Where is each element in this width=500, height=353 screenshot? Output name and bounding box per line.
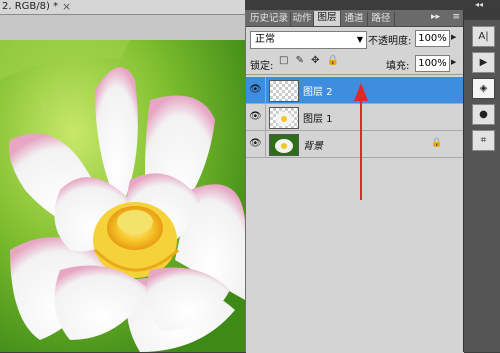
blend-mode-select[interactable]: 正常 ▼: [250, 31, 367, 49]
document-window: 2. RGB/8) * ×: [0, 0, 245, 352]
opacity-slider-icon[interactable]: ▶: [451, 33, 456, 41]
layers-list: 👁 图层 2 👁 图层 1 👁 背景 🔒: [246, 74, 464, 353]
layer-thumbnail: [269, 107, 299, 129]
mask-icon[interactable]: ●: [472, 104, 495, 125]
chevron-down-icon: ▼: [356, 35, 363, 44]
collapse-icon[interactable]: ▸▸: [431, 12, 440, 22]
eye-icon: 👁: [249, 84, 262, 95]
layer-name: 图层 2: [303, 87, 333, 98]
blend-mode-value: 正常: [255, 34, 275, 45]
close-icon[interactable]: ×: [62, 0, 71, 13]
opacity-field[interactable]: 100%: [415, 30, 450, 47]
tab-actions[interactable]: 动作: [291, 12, 314, 26]
fill-field[interactable]: 100%: [415, 55, 450, 72]
visibility-toggle[interactable]: 👁: [246, 131, 266, 157]
layer-thumbnail: [269, 80, 299, 102]
panel-menu-icon[interactable]: ≡: [452, 12, 460, 22]
eye-icon: 👁: [249, 111, 262, 122]
text-icon[interactable]: A|: [472, 26, 495, 47]
crop-icon[interactable]: ⌗: [472, 130, 495, 151]
fill-label: 填充:: [386, 61, 410, 72]
layers-panel: 历史记录 动作 图层 通道 路径 ▸▸ ≡ 正常 ▼ 不透明度: 100% ▶ …: [245, 10, 464, 353]
dock-collapse-icon[interactable]: ◂◂: [475, 0, 483, 9]
strip-header: [464, 10, 500, 20]
layer-name: 背景: [303, 141, 323, 152]
layer-thumbnail: [269, 134, 299, 156]
lock-label: 锁定:: [250, 61, 274, 72]
layers-icon[interactable]: ◈: [472, 78, 495, 99]
play-icon[interactable]: ▶: [472, 52, 495, 73]
lotus-image: [0, 40, 245, 352]
document-tab[interactable]: 2. RGB/8) * ×: [0, 0, 245, 15]
visibility-toggle[interactable]: 👁: [246, 77, 266, 103]
canvas-backdrop: [0, 15, 245, 40]
lock-options-icons[interactable]: □ ✎ ✥ 🔒: [279, 55, 341, 66]
annotation-arrow: [354, 83, 368, 200]
panel-dock-strip: A| ▶ ◈ ● ⌗: [463, 10, 500, 352]
fill-slider-icon[interactable]: ▶: [451, 58, 456, 66]
visibility-toggle[interactable]: 👁: [246, 104, 266, 130]
opacity-label: 不透明度:: [368, 36, 412, 47]
tab-layers[interactable]: 图层: [314, 11, 341, 26]
panel-tabbar: 历史记录 动作 图层 通道 路径 ▸▸ ≡: [246, 10, 464, 27]
lock-icon: 🔒: [431, 138, 443, 148]
tab-channels[interactable]: 通道: [341, 12, 368, 26]
tab-paths[interactable]: 路径: [368, 12, 395, 26]
tab-history[interactable]: 历史记录: [248, 12, 291, 26]
eye-icon: 👁: [249, 138, 262, 149]
document-tab-label: 2. RGB/8) *: [2, 1, 59, 12]
layer-name: 图层 1: [303, 114, 333, 125]
